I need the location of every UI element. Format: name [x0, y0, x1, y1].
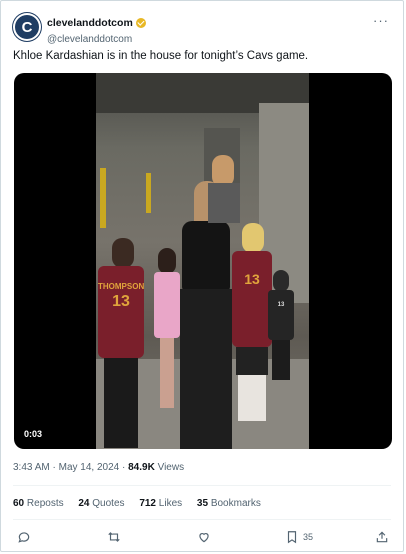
bookmarks-stat[interactable]: 35 Bookmarks	[197, 498, 261, 509]
divider	[13, 485, 391, 486]
video-yellow-post	[100, 168, 106, 228]
reposts-stat[interactable]: 60 Reposts	[13, 498, 64, 509]
views-count: 84.9K	[128, 462, 155, 473]
meta-separator: ·	[122, 462, 126, 473]
post-text: Khloe Kardashian is in the house for ton…	[13, 50, 309, 62]
likes-stat[interactable]: 712 Likes	[139, 498, 182, 509]
author-info[interactable]: clevelanddotcom @clevelanddotcom	[47, 14, 146, 45]
quotes-stat[interactable]: 24 Quotes	[78, 498, 124, 509]
bookmark-count: 35	[303, 532, 314, 542]
action-bar: 35	[13, 528, 391, 546]
post-date[interactable]: May 14, 2024	[59, 462, 120, 473]
handle[interactable]: @clevelanddotcom	[47, 34, 146, 45]
more-options-icon[interactable]: ···	[373, 13, 389, 28]
video-figure-girl	[152, 248, 182, 408]
reply-icon[interactable]	[17, 528, 31, 546]
repost-icon[interactable]	[107, 528, 121, 546]
video-player[interactable]: THOMPSON 13 13 13 0:03	[14, 73, 392, 449]
views-label: Views	[157, 462, 185, 473]
like-icon[interactable]	[197, 528, 211, 546]
video-figure-background	[206, 155, 242, 225]
display-name[interactable]: clevelanddotcom	[47, 17, 133, 29]
bookmark-icon	[287, 531, 297, 544]
post-time[interactable]: 3:43 AM	[13, 462, 50, 473]
verified-badge-icon	[135, 17, 146, 28]
share-icon[interactable]	[375, 528, 389, 546]
video-figure-boy-right: 13	[232, 223, 272, 423]
bookmark-button[interactable]: 35	[285, 528, 313, 546]
video-frame: THOMPSON 13 13 13	[96, 73, 309, 449]
engagement-stats: 60 Reposts 24 Quotes 712 Likes 35 Bookma…	[13, 498, 273, 509]
avatar[interactable]: C	[13, 13, 41, 41]
video-duration: 0:03	[24, 429, 43, 439]
video-yellow-post	[146, 173, 151, 213]
video-figure-child: 13	[268, 270, 294, 382]
post-card[interactable]: C clevelanddotcom @clevelanddotcom ··· K…	[0, 0, 404, 552]
video-figure-boy-left: THOMPSON 13	[98, 238, 146, 448]
meta-separator: ·	[52, 462, 56, 473]
divider	[13, 519, 391, 520]
post-header: C clevelanddotcom @clevelanddotcom ···	[13, 11, 391, 47]
post-metadata: 3:43 AM · May 14, 2024 · 84.9K Views	[13, 462, 184, 473]
